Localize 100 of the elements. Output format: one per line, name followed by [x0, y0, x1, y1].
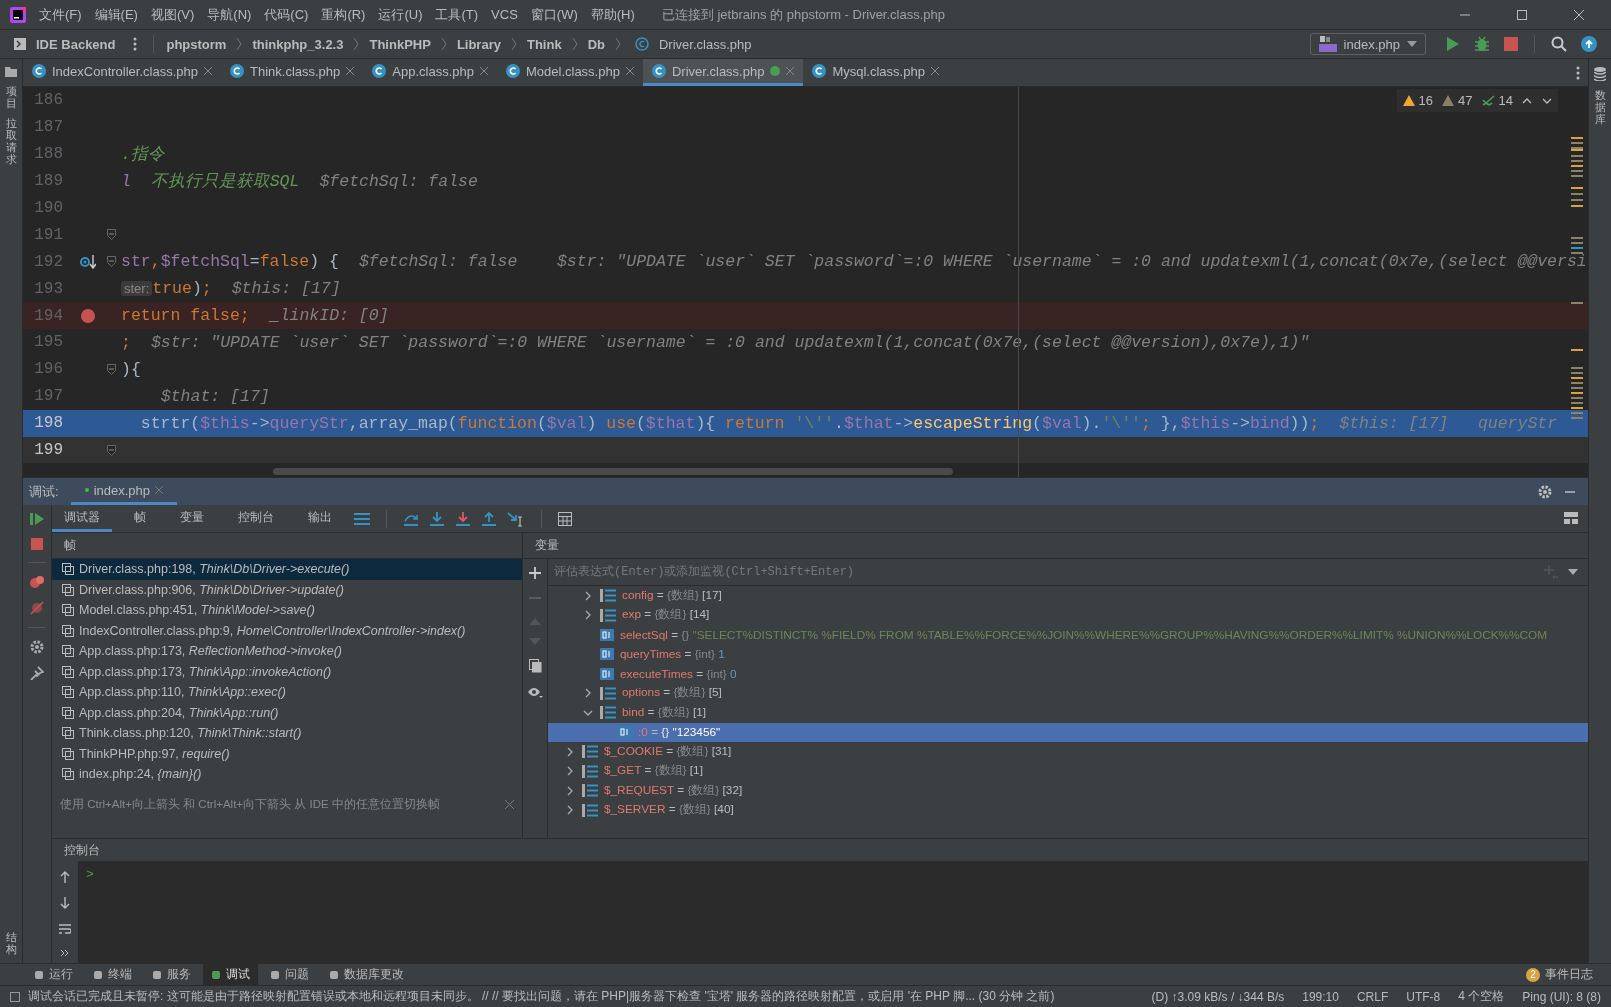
breadcrumb[interactable]: thinkphp_3.2.3 [252, 36, 344, 52]
menu-item[interactable]: VCS [491, 7, 518, 22]
inspection-widget[interactable]: 16 47 14 [1396, 89, 1558, 112]
breadcrumb[interactable]: phpstorm [166, 36, 227, 52]
close-icon[interactable] [625, 67, 634, 75]
editor-tab[interactable]: Driver.class.php [642, 59, 804, 86]
close-icon[interactable] [1573, 8, 1585, 21]
chevron-right-icon[interactable] [585, 688, 591, 699]
status-item[interactable]: 199:10 [1302, 989, 1339, 1004]
variable-row[interactable]: bind = {数组} [1] [548, 703, 1588, 723]
variable-row[interactable]: options = {数组} [5] [548, 683, 1588, 703]
update-icon[interactable] [1581, 36, 1597, 52]
list-icon[interactable] [354, 511, 370, 526]
breadcrumb[interactable]: Think [526, 36, 562, 52]
stack-frame[interactable]: index.php:24, {main}() [52, 764, 522, 785]
settings-icon[interactable] [30, 640, 44, 654]
editor-tab[interactable]: IndexController.class.php [23, 59, 221, 86]
more-icon[interactable] [60, 949, 70, 957]
close-icon[interactable] [204, 67, 212, 75]
run-icon[interactable] [1446, 36, 1460, 52]
settings-icon[interactable] [1538, 484, 1552, 499]
variable-row[interactable]: $_REQUEST = {数组} [32] [548, 781, 1588, 801]
status-item[interactable]: CRLF [1356, 989, 1389, 1004]
tool-window-tab[interactable]: 拉取请求 [5, 117, 17, 166]
more-icon[interactable] [133, 37, 138, 51]
chevron-right-icon[interactable] [567, 746, 573, 757]
breadcrumb[interactable]: Library [456, 36, 501, 52]
run-to-cursor-icon[interactable] [507, 510, 525, 527]
fold-icon[interactable] [106, 444, 116, 456]
copy-icon[interactable] [528, 659, 542, 673]
stack-frame[interactable]: App.class.php:204, Think\App::run() [52, 702, 522, 723]
chevron-right-icon[interactable] [585, 590, 591, 601]
debugger-tab[interactable]: 调试器 [52, 505, 112, 532]
menu-item[interactable]: 编辑(E) [94, 5, 138, 24]
project-name[interactable]: IDE Backend [36, 36, 116, 52]
stack-frame[interactable]: App.class.php:110, Think\App::exec() [52, 682, 522, 703]
wrap-icon[interactable] [59, 923, 71, 935]
tool-window-tab[interactable]: 数据库 [1594, 89, 1606, 126]
variable-row[interactable]: $_COOKIE = {数组} [31] [548, 742, 1588, 762]
variable-row[interactable]: queryTimes = {int} 1 [548, 644, 1588, 664]
variable-row[interactable]: executeTimes = {int} 0 [548, 664, 1588, 684]
arrow-down-icon[interactable] [60, 897, 70, 909]
pin-icon[interactable] [30, 666, 44, 680]
close-icon[interactable] [346, 67, 355, 75]
chevron-up-icon[interactable] [1522, 97, 1532, 104]
tool-window-button[interactable]: 调试 [203, 964, 258, 985]
status-item[interactable]: Ping (UI): 8 (8) [1522, 989, 1601, 1004]
breadcrumb[interactable]: Driver.class.php [658, 36, 752, 52]
chevron-down-icon[interactable] [1542, 97, 1552, 104]
menu-item[interactable]: 运行(U) [378, 5, 423, 24]
close-icon[interactable] [480, 67, 488, 75]
mute-breakpoints-icon[interactable] [30, 601, 44, 615]
stack-frame[interactable]: Think.class.php:120, Think\Think::start() [52, 723, 522, 744]
status-item[interactable]: (D) ↑3.09 kB/s / ↓344 B/s [1151, 989, 1285, 1004]
step-into-icon[interactable] [429, 510, 445, 527]
menu-item[interactable]: 重构(R) [321, 5, 366, 24]
database-icon[interactable] [1594, 67, 1606, 81]
debug-icon[interactable] [1474, 36, 1490, 52]
debugger-tab[interactable]: 输出 [296, 505, 344, 532]
search-icon[interactable] [1551, 36, 1567, 52]
tool-window-button[interactable]: 终端 [85, 964, 140, 985]
debugger-tab[interactable]: 控制台 [226, 505, 286, 532]
fold-icon[interactable] [106, 229, 116, 241]
tool-window-tab[interactable]: 项目 [5, 85, 17, 110]
status-message[interactable]: 调试会话已完成且未暂停: 这可能是由于路径映射配置错误或本地和远程项目未同步。 // // 要找出问题，请在 PHP|服务器下检查 '宝塔' 服务器的路径映射配置，或启用 '在 PHP 脚... (30 分钟 之前) [28, 988, 1055, 1005]
chevron-right-icon[interactable] [567, 766, 573, 777]
session-tab[interactable]: index.php [70, 478, 177, 505]
variable-row[interactable]: selectSql = {} "SELECT%DISTINCT% %FIELD% FROM %TABLE%%FORCE%%JOIN%%WHERE%%GROUP%%HAVING%%ORDER%%LIMIT% %UNION%%LOCK%%COM [548, 625, 1588, 645]
arrow-up-icon[interactable] [60, 871, 70, 883]
status-item[interactable]: UTF-8 [1406, 989, 1441, 1004]
folder-icon[interactable] [5, 67, 17, 77]
tool-window-button[interactable]: 问题 [262, 964, 317, 985]
event-log-button[interactable]: 2 事件日志 [1518, 964, 1601, 985]
tool-window-tab[interactable]: 结构 [5, 930, 17, 955]
close-icon[interactable] [930, 67, 939, 75]
debugger-tab[interactable]: 变量 [168, 505, 216, 532]
maximize-icon[interactable] [1516, 8, 1528, 21]
run-config-dropdown[interactable]: index.php [1309, 33, 1426, 55]
tool-window-button[interactable]: 运行 [26, 964, 81, 985]
menu-item[interactable]: 帮助(H) [590, 5, 635, 24]
stack-frame[interactable]: IndexController.class.php:9, Home\Controller\IndexController->index() [52, 620, 522, 641]
menu-item[interactable]: 工具(T) [435, 5, 479, 24]
stack-frame[interactable]: Model.class.php:451, Think\Model->save() [52, 600, 522, 621]
step-out-icon[interactable] [481, 510, 497, 527]
chevron-down-icon[interactable] [583, 709, 593, 716]
stack-frame[interactable]: ThinkPHP.php:97, require() [52, 743, 522, 764]
debugger-tab[interactable]: 帧 [122, 505, 158, 532]
editor-tab[interactable]: Think.class.php [221, 59, 364, 86]
add-icon[interactable] [529, 567, 541, 579]
chevron-right-icon[interactable] [567, 805, 573, 816]
variable-row[interactable]: config = {数组} [17] [548, 586, 1588, 606]
breakpoint-icon[interactable] [81, 308, 95, 323]
layout-icon[interactable] [1564, 511, 1578, 526]
tool-window-button[interactable]: 服务 [144, 964, 199, 985]
menu-item[interactable]: 窗口(W) [530, 5, 578, 24]
stack-frame[interactable]: Driver.class.php:198, Think\Db\Driver->execute() [52, 559, 522, 580]
scrollbar[interactable] [273, 468, 953, 475]
variable-row[interactable]: $_SERVER = {数组} [40] [548, 800, 1588, 820]
variable-row[interactable]: :0 = {} "123456" [548, 722, 1588, 742]
breadcrumb[interactable]: Db [587, 36, 605, 52]
